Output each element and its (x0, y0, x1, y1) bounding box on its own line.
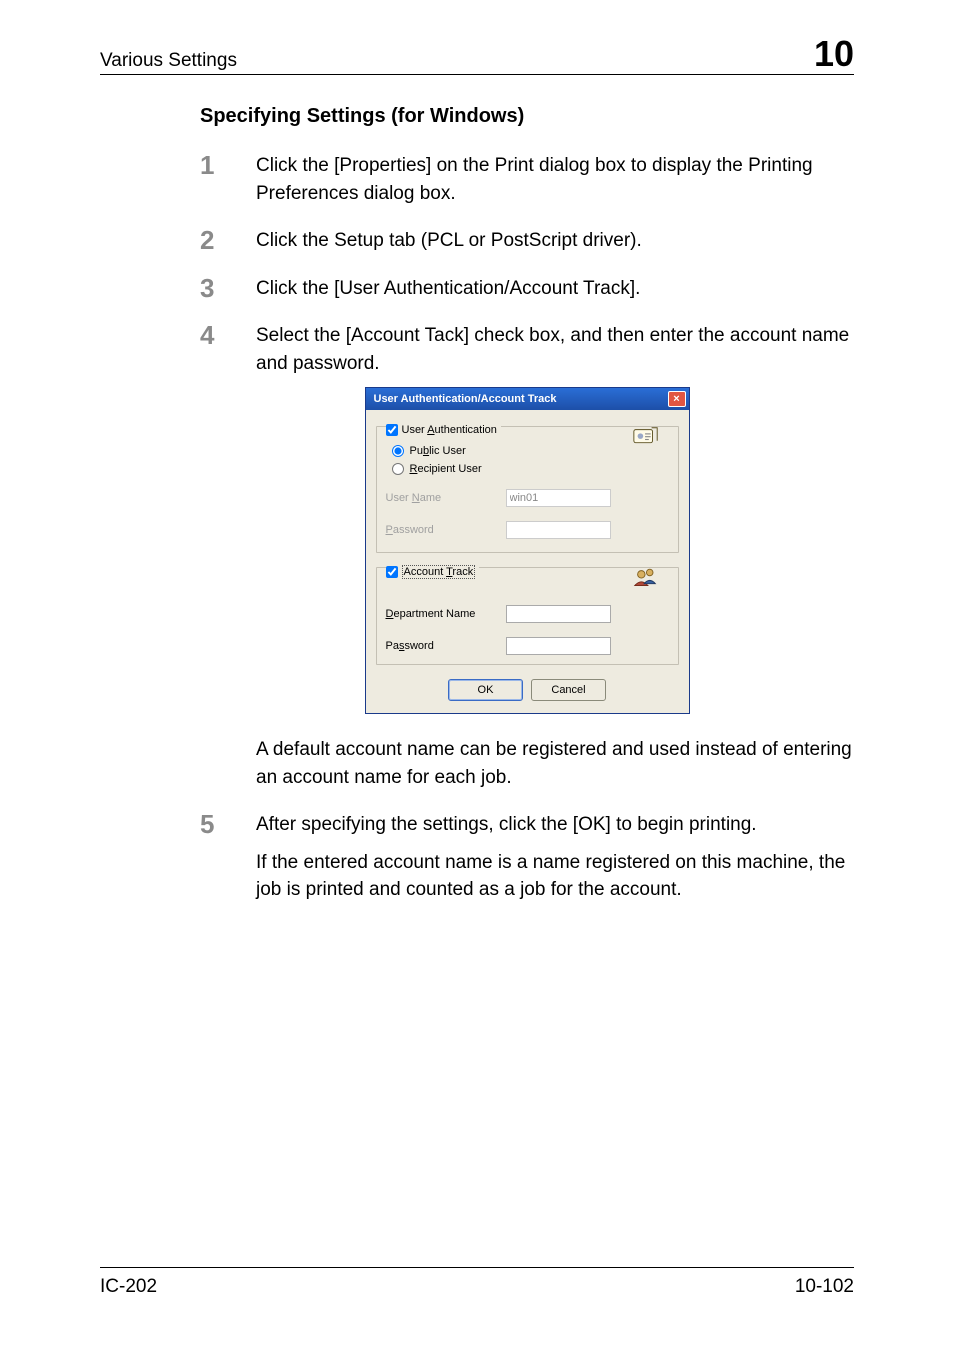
step-5: 5 After specifying the settings, click t… (200, 811, 854, 904)
close-icon[interactable]: × (668, 391, 686, 407)
footer-right: 10-102 (795, 1276, 854, 1298)
recipient-user-radio[interactable] (392, 463, 404, 475)
dialog-title: User Authentication/Account Track (374, 393, 557, 405)
department-name-field[interactable] (506, 605, 611, 623)
step-number: 3 (200, 275, 256, 301)
step-2: 2 Click the Setup tab (PCL or PostScript… (200, 227, 854, 255)
step-text: Click the [Properties] on the Print dial… (256, 152, 854, 207)
cancel-button[interactable]: Cancel (531, 679, 606, 701)
section-heading: Specifying Settings (for Windows) (200, 105, 854, 128)
userauth-password-field[interactable] (506, 521, 611, 539)
page-header-chapter: 10 (814, 36, 854, 72)
step-text: Click the [User Authentication/Account T… (256, 275, 854, 303)
department-name-label: Department Name (386, 608, 506, 620)
step-number: 2 (200, 227, 256, 253)
accounttrack-password-label: Password (386, 640, 506, 652)
userauth-password-label: Password (386, 524, 506, 536)
page-header-title: Various Settings (100, 50, 237, 72)
step-4-note: A default account name can be registered… (256, 736, 854, 791)
step-3: 3 Click the [User Authentication/Account… (200, 275, 854, 303)
dialog-titlebar: User Authentication/Account Track × (366, 388, 689, 410)
step-number: 1 (200, 152, 256, 178)
user-auth-dialog: User Authentication/Account Track × User… (365, 387, 690, 714)
step-text: After specifying the settings, click the… (256, 811, 854, 839)
footer-left: IC-202 (100, 1276, 157, 1298)
recipient-user-label: Recipient User (410, 463, 482, 475)
step-text: If the entered account name is a name re… (256, 849, 854, 904)
step-number: 4 (200, 322, 256, 348)
accounttrack-password-field[interactable] (506, 637, 611, 655)
username-label: User Name (386, 492, 506, 504)
ok-button[interactable]: OK (448, 679, 523, 701)
account-track-checkbox[interactable] (386, 566, 398, 578)
step-text: Click the Setup tab (PCL or PostScript d… (256, 227, 854, 255)
account-track-label: Account Track (402, 565, 476, 579)
step-text: Select the [Account Tack] check box, and… (256, 322, 854, 377)
group-users-icon (631, 565, 661, 596)
user-card-icon (631, 424, 661, 455)
user-authentication-checkbox[interactable] (386, 424, 398, 436)
step-number: 5 (200, 811, 256, 837)
public-user-radio[interactable] (392, 445, 404, 457)
step-1: 1 Click the [Properties] on the Print di… (200, 152, 854, 207)
username-field[interactable] (506, 489, 611, 507)
user-authentication-label: User Authentication (402, 424, 497, 436)
step-4: 4 Select the [Account Tack] check box, a… (200, 322, 854, 377)
public-user-label: Public User (410, 445, 466, 457)
